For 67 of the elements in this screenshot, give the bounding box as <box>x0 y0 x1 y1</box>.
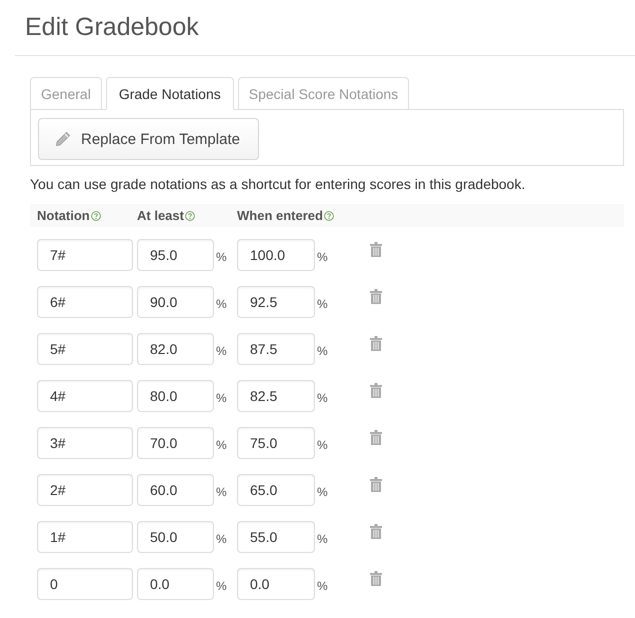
trash-icon <box>370 383 382 398</box>
percent-unit: % <box>317 484 328 498</box>
delete-button[interactable] <box>370 383 382 398</box>
help-icon[interactable] <box>90 210 101 220</box>
delete-button[interactable] <box>370 336 382 351</box>
percent-unit: % <box>317 296 328 310</box>
when-entered-field[interactable]: 82.5 <box>237 380 315 412</box>
when-entered-field[interactable]: 65.0 <box>237 474 315 506</box>
notation-field[interactable]: 5# <box>37 333 133 365</box>
notation-field[interactable]: 3# <box>37 427 133 459</box>
delete-button[interactable] <box>370 571 382 586</box>
when-entered-field[interactable]: 87.5 <box>237 333 315 365</box>
delete-button[interactable] <box>370 242 382 257</box>
percent-unit: % <box>317 438 328 452</box>
page-title: Edit Gradebook <box>25 13 200 42</box>
percent-unit: % <box>216 532 227 546</box>
percent-unit: % <box>216 296 227 310</box>
delete-button[interactable] <box>370 289 382 304</box>
at-least-field[interactable]: 0.0 <box>137 568 214 600</box>
percent-unit: % <box>317 578 328 592</box>
when-entered-field[interactable]: 75.0 <box>237 427 315 459</box>
percent-unit: % <box>317 344 328 358</box>
trash-icon <box>370 430 382 445</box>
notation-field[interactable]: 7# <box>37 239 133 271</box>
at-least-field[interactable]: 82.0 <box>137 333 214 365</box>
percent-unit: % <box>216 438 227 452</box>
column-header: Notation <box>37 208 90 223</box>
at-least-field[interactable]: 70.0 <box>137 427 214 459</box>
notation-field[interactable]: 0 <box>37 568 133 600</box>
percent-unit: % <box>216 578 227 592</box>
help-icon[interactable] <box>324 210 334 220</box>
at-least-field[interactable]: 90.0 <box>137 286 214 318</box>
percent-unit: % <box>216 390 227 404</box>
trash-icon <box>370 571 382 586</box>
trash-icon <box>370 524 382 539</box>
tab[interactable]: Grade Notations <box>106 77 234 110</box>
trash-icon <box>370 289 382 304</box>
at-least-field[interactable]: 50.0 <box>137 521 214 553</box>
column-header: At least <box>137 208 184 223</box>
notation-field[interactable]: 2# <box>37 474 133 506</box>
when-entered-field[interactable]: 0.0 <box>237 568 315 600</box>
at-least-field[interactable]: 80.0 <box>137 380 214 412</box>
help-icon[interactable] <box>184 210 195 220</box>
when-entered-field[interactable]: 55.0 <box>237 521 315 553</box>
when-entered-field[interactable]: 100.0 <box>237 239 315 271</box>
percent-unit: % <box>216 250 227 264</box>
delete-button[interactable] <box>370 524 382 539</box>
trash-icon <box>370 336 382 351</box>
replace-from-template-button[interactable]: Replace From Template <box>38 118 259 160</box>
percent-unit: % <box>216 344 227 358</box>
at-least-field[interactable]: 95.0 <box>137 239 214 271</box>
percent-unit: % <box>216 484 227 498</box>
description-text: You can use grade notations as a shortcut for entering scores in this gradebook. <box>30 175 526 194</box>
when-entered-field[interactable]: 92.5 <box>237 286 315 318</box>
delete-button[interactable] <box>370 477 382 492</box>
trash-icon <box>370 477 382 492</box>
notation-field[interactable]: 1# <box>37 521 133 553</box>
pencil-icon <box>55 131 71 147</box>
percent-unit: % <box>317 532 328 546</box>
delete-button[interactable] <box>370 430 382 445</box>
notation-field[interactable]: 6# <box>37 286 133 318</box>
at-least-field[interactable]: 60.0 <box>137 474 214 506</box>
percent-unit: % <box>317 390 328 404</box>
percent-unit: % <box>317 250 328 264</box>
trash-icon <box>370 242 382 257</box>
column-header: When entered <box>237 208 323 223</box>
notation-field[interactable]: 4# <box>37 380 133 412</box>
